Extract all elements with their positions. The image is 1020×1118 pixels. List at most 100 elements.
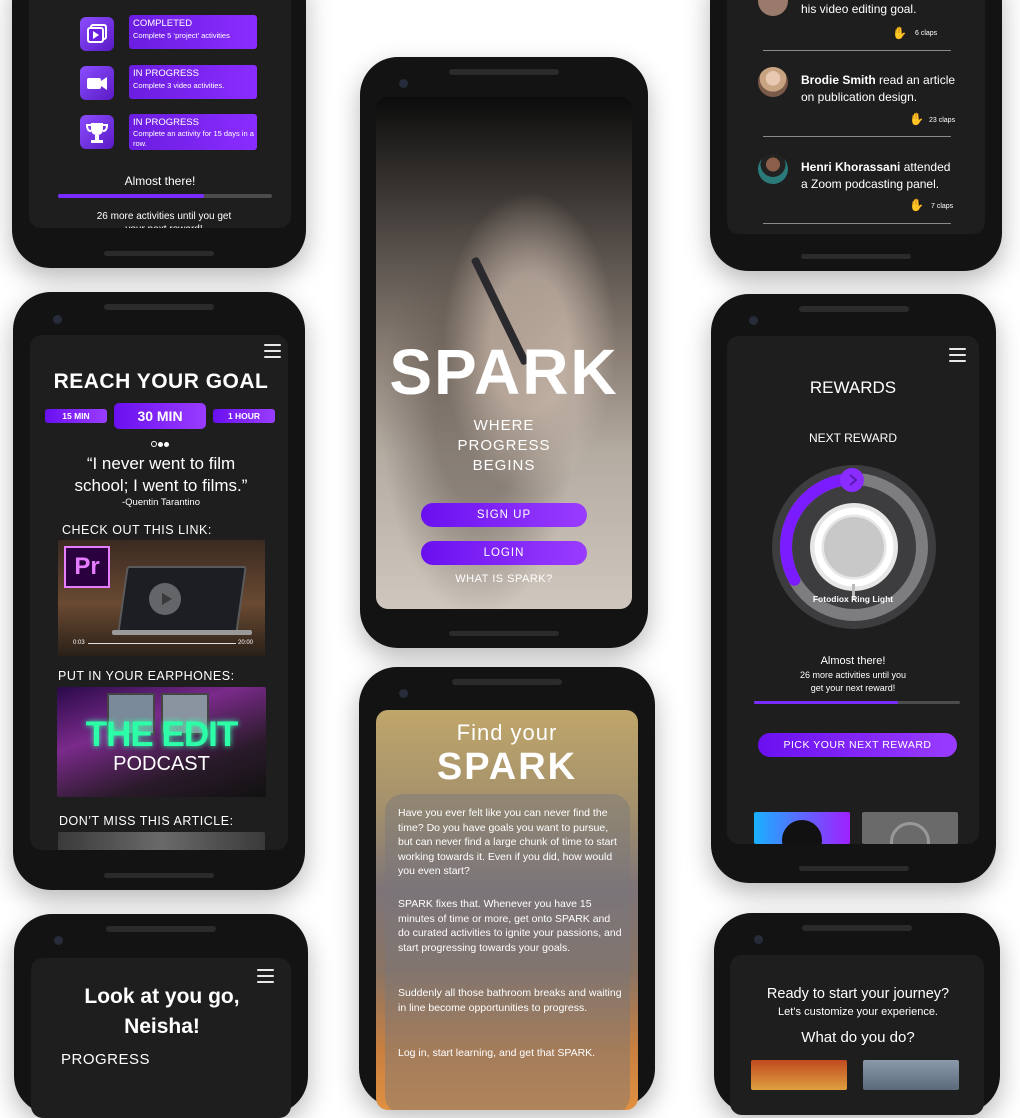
feed-action-line2: a Zoom podcasting panel.	[801, 177, 940, 191]
rewards-more-line-2: get your next reward!	[810, 683, 896, 693]
phone-rewards: REWARDS NEXT REWARD Fotodiox Ring Light …	[711, 294, 996, 883]
greeting-line-1: Look at you go,	[84, 985, 240, 1008]
podcast-card[interactable]: THE EDIT PODCAST	[57, 687, 266, 797]
clap-icon: ✋	[892, 26, 907, 40]
login-button[interactable]: LOGIN	[421, 541, 587, 565]
video-time-end: 20:00	[238, 640, 254, 646]
video-scrubber[interactable]	[88, 643, 236, 644]
video-library-icon	[80, 17, 114, 51]
rewards-more-line-1: 26 more activities until you	[799, 670, 907, 680]
feed-claps: 6 claps	[915, 30, 938, 37]
goal-title: REACH YOUR GOAL	[53, 370, 269, 393]
phone-goal: REACH YOUR GOAL 15 MIN 30 MIN 1 HOUR “I …	[13, 292, 305, 890]
duration-15-min-button[interactable]: 15 MIN	[45, 409, 107, 423]
rewards-almost-there: Almost there!	[820, 655, 886, 667]
find-your-text: Find your	[456, 720, 558, 745]
feed-action: read an article	[875, 73, 956, 87]
splash-screen: SPARK WHERE PROGRESS BEGINS SIGN UP LOGI…	[376, 97, 632, 609]
goal-screen: REACH YOUR GOAL 15 MIN 30 MIN 1 HOUR “I …	[30, 335, 288, 850]
clap-icon[interactable]: ✋	[909, 198, 924, 212]
milestones-progress-bar	[58, 194, 272, 198]
divider	[763, 223, 951, 224]
link-heading: CHECK OUT THIS LINK:	[62, 523, 212, 537]
feed-user-name[interactable]: Brodie Smith	[801, 73, 876, 87]
milestone-item: COMPLETED Complete 5 ‘project’ activitie…	[129, 15, 257, 49]
laptop-image	[117, 566, 247, 634]
milestone-item: IN PROGRESS Complete 3 video activities.	[129, 65, 257, 99]
feed-action-line2: on publication design.	[801, 90, 918, 104]
milestone-desc: Complete an activity for 15 days in a ro…	[133, 129, 254, 148]
about-paragraph: Suddenly all those bathroom breaks and w…	[398, 987, 622, 1014]
tagline-line-2: PROGRESS	[457, 437, 551, 454]
play-icon[interactable]	[149, 583, 181, 615]
podcast-subtitle: PODCAST	[113, 753, 210, 775]
greeting-screen: Look at you go, Neisha! PROGRESS	[31, 958, 291, 1118]
milestones-more-text: 26 more activities until you get your ne…	[96, 211, 232, 228]
premiere-pro-logo: Pr	[64, 546, 110, 588]
avatar	[758, 67, 788, 97]
phone-greeting: Look at you go, Neisha! PROGRESS	[14, 914, 308, 1118]
reward-option-card[interactable]	[862, 812, 958, 844]
occupation-option-card[interactable]	[751, 1060, 847, 1090]
milestone-desc: Complete 3 video activities.	[133, 81, 225, 90]
quote-line-1: “I never went to film	[86, 454, 236, 473]
duration-30-min-button[interactable]: 30 MIN	[114, 403, 206, 429]
video-camera-icon	[80, 66, 114, 100]
about-paragraph: Log in, start learning, and get that SPA…	[398, 1047, 596, 1059]
feed-claps: 23 claps	[929, 117, 956, 124]
article-heading: DON’T MISS THIS ARTICLE:	[59, 814, 234, 828]
video-time-start: 0:03	[73, 640, 85, 646]
avatar	[758, 154, 788, 184]
laptop-base	[112, 630, 252, 635]
rewards-title: REWARDS	[809, 378, 897, 397]
feed-action: attended	[900, 160, 951, 174]
feed-fragment: his video editing goal.	[801, 2, 917, 16]
sign-up-button[interactable]: SIGN UP	[421, 503, 587, 527]
tagline-line-1: WHERE	[473, 417, 535, 434]
duration-1-hour-button[interactable]: 1 HOUR	[213, 409, 275, 423]
milestone-desc: Complete 5 ‘project’ activities	[133, 31, 230, 40]
podcast-title: THE EDIT	[85, 715, 238, 754]
milestone-item: IN PROGRESS Complete an activity for 15 …	[129, 114, 257, 150]
earphones-heading: PUT IN YOUR EARPHONES:	[58, 669, 235, 683]
reward-item-name: Fotodiox Ring Light	[812, 594, 894, 604]
journey-subtitle: Let’s customize your experience.	[778, 1006, 938, 1018]
what-is-spark-link[interactable]: WHAT IS SPARK?	[376, 573, 632, 585]
tagline-line-3: BEGINS	[472, 457, 536, 474]
about-paragraph: SPARK fixes that. Whenever you have 15 m…	[398, 898, 622, 954]
menu-icon[interactable]	[264, 344, 281, 358]
rewards-screen: REWARDS NEXT REWARD Fotodiox Ring Light …	[727, 336, 979, 844]
pagination-dots[interactable]	[151, 434, 169, 452]
milestone-status: COMPLETED	[133, 18, 193, 29]
pick-next-reward-button[interactable]: PICK YOUR NEXT REWARD	[758, 733, 957, 757]
occupation-option-card[interactable]	[863, 1060, 959, 1090]
app-logo-title: SPARK	[389, 336, 619, 408]
milestones-almost-there: Almost there!	[124, 174, 196, 188]
feed-screen: his video editing goal. ✋ 6 claps Brodie…	[727, 0, 985, 234]
divider	[763, 136, 951, 137]
menu-icon[interactable]	[949, 348, 966, 362]
journey-screen: Ready to start your journey? Let’s custo…	[730, 955, 984, 1115]
clap-icon[interactable]: ✋	[909, 112, 924, 126]
article-card[interactable]	[58, 832, 265, 850]
milestones-screen: COMPLETED Complete 5 ‘project’ activitie…	[29, 0, 291, 228]
about-paragraph: Have you ever felt like you can never fi…	[398, 807, 617, 878]
reward-option-card[interactable]	[754, 812, 850, 844]
menu-icon[interactable]	[257, 969, 274, 983]
avatar	[758, 0, 788, 16]
link-video-card[interactable]: Pr 0:03 20:00	[58, 540, 265, 656]
about-text-card: Have you ever felt like you can never fi…	[385, 794, 630, 1110]
milestone-status: IN PROGRESS	[133, 117, 199, 128]
phone-feed: his video editing goal. ✋ 6 claps Brodie…	[710, 0, 1002, 271]
rewards-progress-bar	[754, 701, 960, 704]
journey-title: Ready to start your journey?	[766, 986, 950, 1002]
trophy-icon	[80, 115, 114, 149]
feed-user-name[interactable]: Henri Khorassani	[801, 160, 900, 174]
phone-milestones: COMPLETED Complete 5 ‘project’ activitie…	[12, 0, 306, 268]
quote-author: -Quentin Tarantino	[122, 497, 200, 508]
phone-splash: SPARK WHERE PROGRESS BEGINS SIGN UP LOGI…	[360, 57, 648, 648]
spark-title: SPARK	[436, 746, 578, 788]
journey-question: What do you do?	[801, 1029, 915, 1046]
progress-heading: PROGRESS	[61, 1051, 151, 1068]
ring-handle-icon[interactable]	[840, 468, 864, 492]
